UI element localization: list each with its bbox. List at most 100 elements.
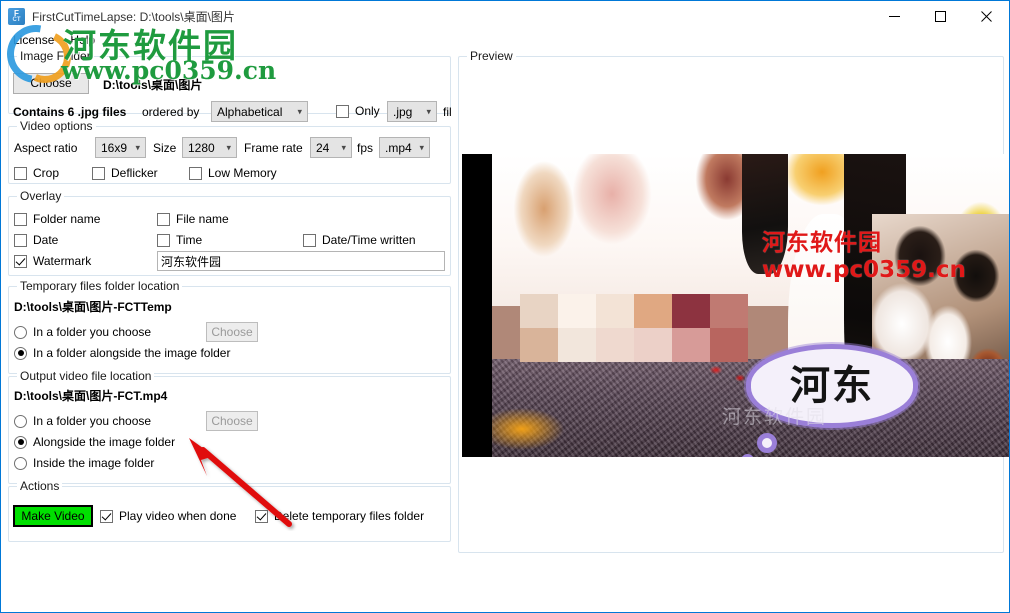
play-video-when-done-checkbox-box	[100, 509, 113, 523]
photo-faint-watermark: 河东软件园	[722, 406, 828, 428]
temp-radio-alongside-label: In a folder alongside the image folder	[33, 346, 231, 360]
date-label: Date	[33, 233, 59, 247]
output-radio-choose-folder-label: In a folder you choose	[33, 414, 152, 428]
aspect-ratio-dropdown[interactable]: 16x9 ▾	[95, 137, 146, 158]
group-actions: Actions Make Video Play video when done …	[8, 479, 451, 542]
deflicker-checkbox[interactable]: Deflicker	[92, 166, 158, 180]
minimize-icon[interactable]	[871, 1, 917, 31]
watermark-checkbox[interactable]: Watermark	[14, 254, 91, 268]
menu-item-license[interactable]: License	[5, 32, 62, 48]
size-value: 1280	[188, 140, 215, 155]
aspect-ratio-label: Aspect ratio	[14, 141, 78, 155]
watermark-label: Watermark	[33, 254, 92, 268]
file-name-checkbox[interactable]: File name	[157, 212, 229, 226]
output-radio-inside[interactable]: Inside the image folder	[14, 456, 154, 470]
output-radio-alongside[interactable]: Alongside the image folder	[14, 435, 175, 449]
group-output-file: Output video file location D:\tools\桌面\图…	[8, 369, 451, 484]
output-file-path: D:\tools\桌面\图片-FCT.mp4	[14, 389, 168, 403]
photo-watermark-line1: 河东软件园	[762, 230, 882, 256]
datetime-written-checkbox[interactable]: Date/Time written	[303, 233, 416, 247]
group-image-folder: Image Folder Choose D:\tools\桌面\图片 Conta…	[8, 49, 452, 122]
extension-dropdown[interactable]: .jpg ▾	[387, 101, 437, 122]
chevron-down-icon: ▾	[419, 142, 424, 152]
play-video-when-done-checkbox[interactable]: Play video when done	[100, 509, 236, 523]
low-memory-label: Low Memory	[208, 166, 277, 180]
frame-rate-label: Frame rate	[244, 141, 303, 155]
only-extension-checkbox-box	[336, 104, 349, 118]
output-radio-choose-folder[interactable]: In a folder you choose	[14, 414, 151, 428]
chevron-down-icon: ▾	[297, 106, 302, 116]
contains-files-label: Contains 6 .jpg files	[13, 105, 127, 119]
only-extension-checkbox[interactable]: Only	[336, 104, 380, 118]
app-icon: F CT	[8, 7, 25, 25]
play-video-when-done-label: Play video when done	[119, 509, 237, 523]
time-label: Time	[176, 233, 203, 247]
files-label-clipped: fil	[443, 105, 452, 119]
chevron-down-icon: ▾	[426, 106, 431, 116]
deflicker-checkbox-box	[92, 166, 105, 180]
order-by-value: Alphabetical	[217, 104, 283, 119]
format-value: .mp4	[385, 140, 412, 155]
application-window: F CT FirstCutTimeLapse: D:\tools\桌面\图片 L…	[0, 0, 1010, 613]
datetime-written-label: Date/Time written	[322, 233, 416, 247]
frame-rate-dropdown[interactable]: 24 ▾	[310, 137, 352, 158]
time-checkbox[interactable]: Time	[157, 233, 202, 247]
menu-bar: License Help	[1, 31, 1009, 48]
low-memory-checkbox[interactable]: Low Memory	[189, 166, 277, 180]
crop-checkbox[interactable]: Crop	[14, 166, 59, 180]
ordered-by-label: ordered by	[142, 105, 200, 119]
watermark-text-value: 河东软件园	[161, 254, 222, 269]
group-preview: Preview 河东软件园 www.pc0359.cn 河东 河东软件园	[458, 49, 1009, 553]
temp-radio-choose-folder[interactable]: In a folder you choose	[14, 325, 151, 339]
chevron-down-icon: ▾	[135, 142, 140, 152]
temp-radio-alongside-circle	[14, 346, 27, 360]
order-by-dropdown[interactable]: Alphabetical ▾	[211, 101, 308, 122]
temp-radio-alongside[interactable]: In a folder alongside the image folder	[14, 346, 230, 360]
output-choose-button[interactable]: Choose	[206, 411, 258, 431]
output-radio-inside-circle	[14, 456, 27, 470]
folder-name-checkbox[interactable]: Folder name	[14, 212, 100, 226]
date-checkbox[interactable]: Date	[14, 233, 58, 247]
file-name-checkbox-box	[157, 212, 170, 226]
group-video-options: Video options Aspect ratio 16x9 ▾ Size 1…	[8, 119, 451, 184]
photo-watermark-line2: www.pc0359.cn	[762, 257, 966, 284]
date-checkbox-box	[14, 233, 27, 247]
temp-radio-choose-folder-circle	[14, 325, 27, 339]
only-extension-label: Only	[355, 104, 380, 118]
maximize-icon[interactable]	[917, 1, 963, 31]
watermark-checkbox-box	[14, 254, 27, 268]
delete-temp-folder-label: Delete temporary files folder	[274, 509, 425, 523]
temp-choose-button[interactable]: Choose	[206, 322, 258, 342]
group-temp-files: Temporary files folder location D:\tools…	[8, 279, 451, 374]
left-options-panel: Image Folder Choose D:\tools\桌面\图片 Conta…	[1, 48, 453, 612]
chevron-down-icon: ▾	[341, 142, 346, 152]
preview-image: 河东软件园 www.pc0359.cn 河东 河东软件园	[462, 154, 1009, 457]
menu-item-help[interactable]: Help	[62, 32, 103, 48]
window-controls	[871, 1, 1009, 31]
output-radio-inside-label: Inside the image folder	[33, 456, 155, 470]
title-bar: F CT FirstCutTimeLapse: D:\tools\桌面\图片	[1, 1, 1009, 31]
delete-temp-folder-checkbox-box	[255, 509, 268, 523]
close-icon[interactable]	[963, 1, 1009, 31]
time-checkbox-box	[157, 233, 170, 247]
photo-watermark-text: 河东软件园 www.pc0359.cn	[762, 230, 966, 284]
fps-label: fps	[357, 141, 374, 155]
delete-temp-folder-checkbox[interactable]: Delete temporary files folder	[255, 509, 424, 523]
extension-value: .jpg	[393, 104, 413, 119]
watermark-text-input[interactable]: 河东软件园	[157, 251, 445, 271]
client-area: Image Folder Choose D:\tools\桌面\图片 Conta…	[1, 48, 1009, 612]
group-overlay: Overlay Folder name File name Date Time …	[8, 189, 451, 276]
folder-name-label: Folder name	[33, 212, 101, 226]
temp-files-path: D:\tools\桌面\图片-FCTTemp	[14, 300, 172, 314]
aspect-ratio-value: 16x9	[101, 140, 128, 155]
format-dropdown[interactable]: .mp4 ▾	[379, 137, 430, 158]
deflicker-label: Deflicker	[111, 166, 158, 180]
output-radio-alongside-label: Alongside the image folder	[33, 435, 176, 449]
size-dropdown[interactable]: 1280 ▾	[182, 137, 237, 158]
frame-rate-value: 24	[316, 140, 330, 155]
size-label: Size	[153, 141, 177, 155]
choose-image-folder-button[interactable]: Choose	[13, 73, 89, 94]
make-video-button[interactable]: Make Video	[13, 505, 93, 527]
low-memory-checkbox-box	[189, 166, 202, 180]
file-name-label: File name	[176, 212, 229, 226]
